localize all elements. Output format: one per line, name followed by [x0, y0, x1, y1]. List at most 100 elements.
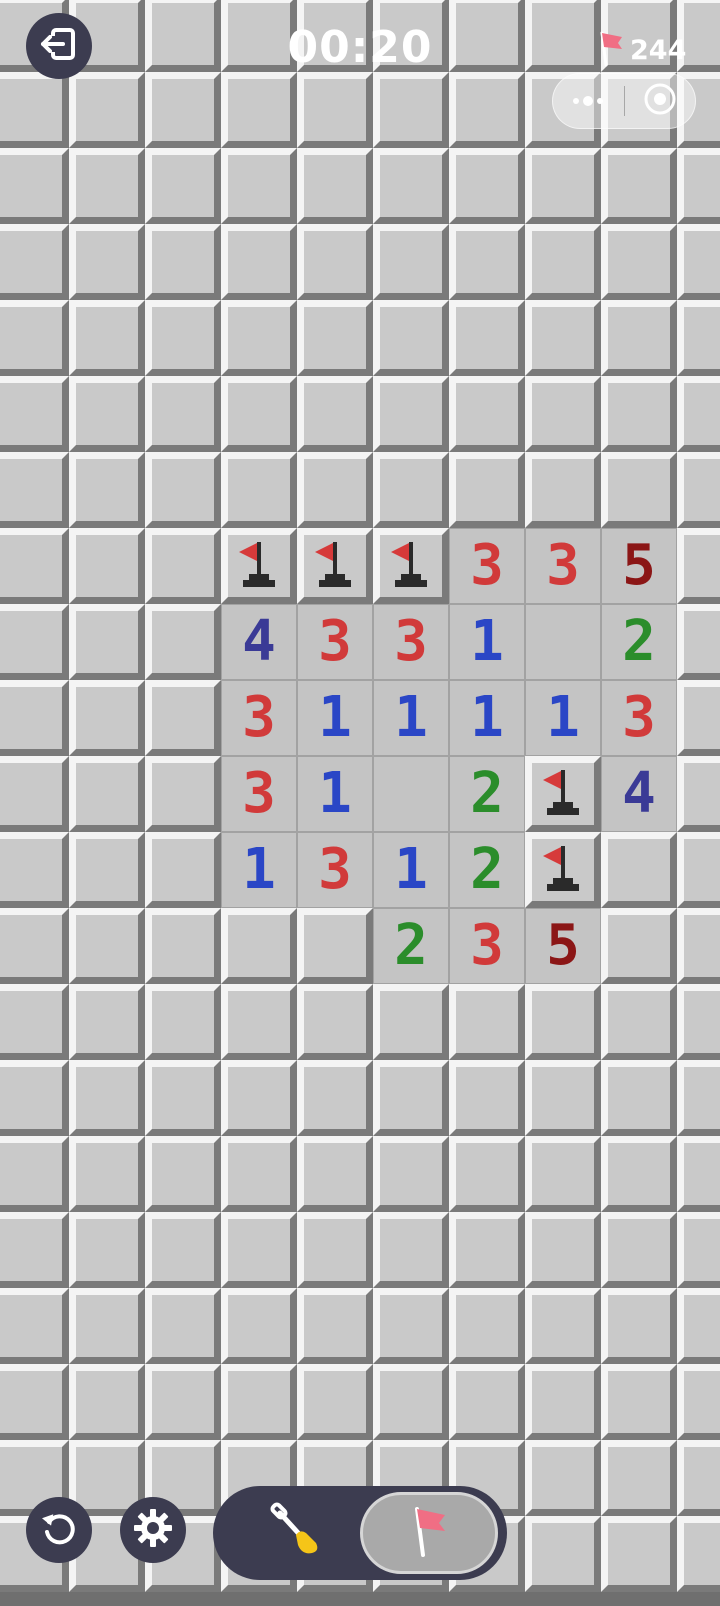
- hidden-cell[interactable]: [677, 1364, 720, 1440]
- hidden-cell[interactable]: [69, 224, 145, 300]
- hidden-cell[interactable]: [145, 984, 221, 1060]
- hidden-cell[interactable]: [525, 1060, 601, 1136]
- hidden-cell[interactable]: [297, 72, 373, 148]
- revealed-cell[interactable]: 1: [373, 680, 449, 756]
- hidden-cell[interactable]: [449, 0, 525, 72]
- flagged-cell[interactable]: [297, 528, 373, 604]
- hidden-cell[interactable]: [221, 1136, 297, 1212]
- hidden-cell[interactable]: [0, 376, 69, 452]
- hidden-cell[interactable]: [525, 148, 601, 224]
- hidden-cell[interactable]: [601, 148, 677, 224]
- hidden-cell[interactable]: [525, 0, 601, 72]
- revealed-cell[interactable]: 3: [297, 832, 373, 908]
- hidden-cell[interactable]: [221, 376, 297, 452]
- hidden-cell[interactable]: [601, 300, 677, 376]
- hidden-cell[interactable]: [449, 224, 525, 300]
- hidden-cell[interactable]: [145, 680, 221, 756]
- hidden-cell[interactable]: [601, 1364, 677, 1440]
- hidden-cell[interactable]: [297, 1288, 373, 1364]
- hidden-cell[interactable]: [297, 1212, 373, 1288]
- hidden-cell[interactable]: [0, 148, 69, 224]
- hidden-cell[interactable]: [0, 832, 69, 908]
- hidden-cell[interactable]: [677, 300, 720, 376]
- hidden-cell[interactable]: [0, 756, 69, 832]
- revealed-cell[interactable]: 3: [373, 604, 449, 680]
- hidden-cell[interactable]: [221, 908, 297, 984]
- revealed-cell[interactable]: 3: [601, 680, 677, 756]
- hidden-cell[interactable]: [297, 452, 373, 528]
- hidden-cell[interactable]: [297, 984, 373, 1060]
- hidden-cell[interactable]: [69, 1212, 145, 1288]
- hidden-cell[interactable]: [145, 224, 221, 300]
- hidden-cell[interactable]: [145, 756, 221, 832]
- hidden-cell[interactable]: [677, 528, 720, 604]
- revealed-cell[interactable]: [525, 604, 601, 680]
- revealed-cell[interactable]: 3: [449, 528, 525, 604]
- mode-toggle[interactable]: [213, 1486, 507, 1580]
- hidden-cell[interactable]: [69, 1060, 145, 1136]
- hidden-cell[interactable]: [525, 1212, 601, 1288]
- minefield-board[interactable]: 3354331231111331241312235: [0, 0, 720, 1606]
- flagged-cell[interactable]: [525, 756, 601, 832]
- hidden-cell[interactable]: [145, 604, 221, 680]
- hidden-cell[interactable]: [601, 908, 677, 984]
- hidden-cell[interactable]: [145, 1364, 221, 1440]
- hidden-cell[interactable]: [0, 1060, 69, 1136]
- revealed-cell[interactable]: 2: [373, 908, 449, 984]
- hidden-cell[interactable]: [221, 72, 297, 148]
- hidden-cell[interactable]: [373, 376, 449, 452]
- hidden-cell[interactable]: [373, 1364, 449, 1440]
- hidden-cell[interactable]: [69, 452, 145, 528]
- hidden-cell[interactable]: [221, 984, 297, 1060]
- hidden-cell[interactable]: [221, 1060, 297, 1136]
- hidden-cell[interactable]: [221, 1212, 297, 1288]
- hidden-cell[interactable]: [601, 452, 677, 528]
- revealed-cell[interactable]: 5: [525, 908, 601, 984]
- dig-mode-button[interactable]: [231, 1494, 361, 1572]
- hidden-cell[interactable]: [297, 908, 373, 984]
- hidden-cell[interactable]: [525, 1288, 601, 1364]
- flagged-cell[interactable]: [373, 528, 449, 604]
- hidden-cell[interactable]: [601, 1288, 677, 1364]
- revealed-cell[interactable]: 1: [449, 604, 525, 680]
- hidden-cell[interactable]: [69, 528, 145, 604]
- hidden-cell[interactable]: [0, 1136, 69, 1212]
- hidden-cell[interactable]: [525, 1440, 601, 1516]
- hidden-cell[interactable]: [677, 1212, 720, 1288]
- hidden-cell[interactable]: [449, 1364, 525, 1440]
- hidden-cell[interactable]: [145, 832, 221, 908]
- hidden-cell[interactable]: [69, 376, 145, 452]
- hidden-cell[interactable]: [677, 452, 720, 528]
- hidden-cell[interactable]: [525, 1516, 601, 1592]
- flagged-cell[interactable]: [525, 832, 601, 908]
- hidden-cell[interactable]: [677, 148, 720, 224]
- hidden-cell[interactable]: [297, 1060, 373, 1136]
- revealed-cell[interactable]: 3: [449, 908, 525, 984]
- restart-button[interactable]: [26, 1497, 92, 1563]
- hidden-cell[interactable]: [373, 300, 449, 376]
- revealed-cell[interactable]: 1: [449, 680, 525, 756]
- hidden-cell[interactable]: [0, 528, 69, 604]
- hidden-cell[interactable]: [145, 1136, 221, 1212]
- hidden-cell[interactable]: [0, 72, 69, 148]
- hidden-cell[interactable]: [0, 224, 69, 300]
- hidden-cell[interactable]: [601, 984, 677, 1060]
- hidden-cell[interactable]: [297, 1364, 373, 1440]
- revealed-cell[interactable]: 3: [297, 604, 373, 680]
- hidden-cell[interactable]: [221, 300, 297, 376]
- hidden-cell[interactable]: [373, 1136, 449, 1212]
- hidden-cell[interactable]: [677, 224, 720, 300]
- revealed-cell[interactable]: 2: [449, 756, 525, 832]
- revealed-cell[interactable]: 4: [221, 604, 297, 680]
- hidden-cell[interactable]: [373, 452, 449, 528]
- hidden-cell[interactable]: [69, 72, 145, 148]
- hidden-cell[interactable]: [525, 300, 601, 376]
- hidden-cell[interactable]: [297, 1136, 373, 1212]
- revealed-cell[interactable]: 1: [297, 680, 373, 756]
- hidden-cell[interactable]: [449, 300, 525, 376]
- hidden-cell[interactable]: [601, 1060, 677, 1136]
- revealed-cell[interactable]: 2: [601, 604, 677, 680]
- more-button[interactable]: [553, 74, 624, 128]
- hidden-cell[interactable]: [145, 148, 221, 224]
- hidden-cell[interactable]: [69, 984, 145, 1060]
